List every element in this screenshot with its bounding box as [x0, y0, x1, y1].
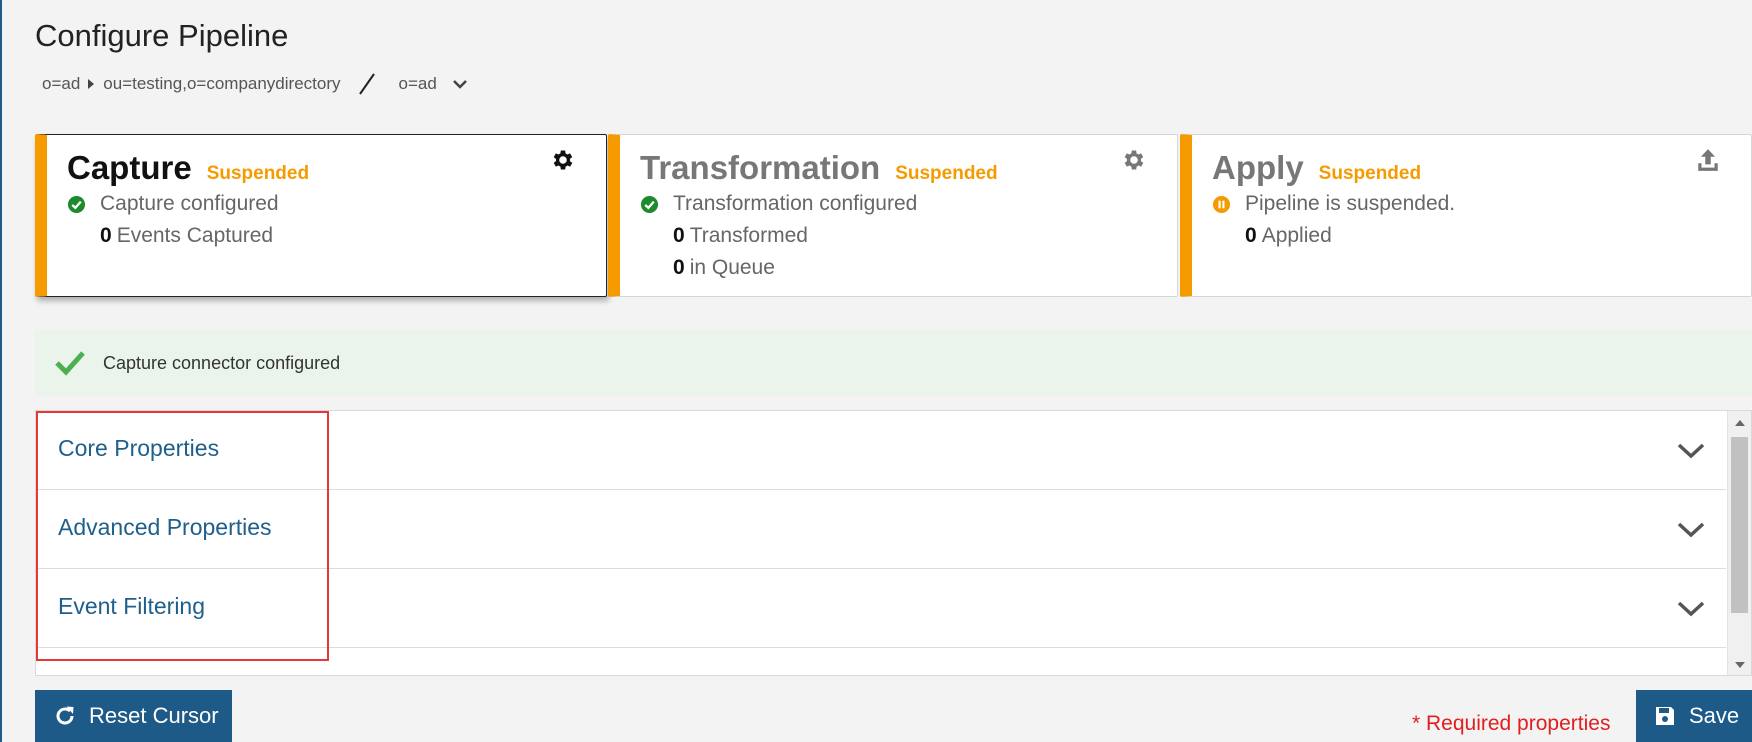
reset-cursor-label: Reset Cursor — [89, 703, 219, 728]
stage-title: Apply — [1212, 149, 1304, 186]
scrollbar[interactable] — [1727, 411, 1751, 675]
stage-count: 0 Transformed — [673, 224, 808, 248]
slash-separator-icon — [358, 73, 375, 95]
chevron-down-icon[interactable] — [1676, 520, 1706, 540]
required-properties-note: * Required properties — [1412, 712, 1611, 735]
check-circle-icon — [640, 195, 659, 213]
gear-icon[interactable] — [550, 147, 576, 173]
caret-right-icon — [88, 79, 95, 89]
breadcrumb: o=ad ou=testing,o=companydirectory o=ad — [42, 73, 469, 95]
count-value: 0 — [673, 224, 685, 247]
reset-cursor-button[interactable]: Reset Cursor — [35, 690, 232, 742]
stage-count: 0 Events Captured — [100, 224, 273, 248]
refresh-icon — [56, 706, 74, 725]
stage-card-apply[interactable]: Apply Suspended Pipeline is suspended. 0… — [1180, 134, 1752, 297]
breadcrumb-item-target[interactable]: o=ad — [399, 74, 437, 94]
save-button[interactable]: Save — [1636, 690, 1752, 742]
save-label: Save — [1689, 703, 1740, 728]
count-value: 0 — [100, 224, 112, 247]
accordion-item-event-filtering[interactable]: Event Filtering — [36, 569, 1726, 648]
chevron-down-icon[interactable] — [1676, 599, 1706, 619]
count-value: 0 — [673, 256, 685, 279]
stage-count: 0 in Queue — [673, 256, 775, 280]
accordion-label[interactable]: Core Properties — [58, 435, 219, 462]
window-left-edge — [0, 0, 2, 742]
breadcrumb-item-root[interactable]: o=ad — [42, 74, 80, 94]
count-label: Applied — [1261, 224, 1332, 247]
stage-status-text: Pipeline is suspended. — [1245, 192, 1456, 215]
stage-status-text: Capture configured — [100, 192, 279, 215]
stage-title: Capture — [67, 149, 192, 186]
stage-title: Transformation — [640, 149, 881, 186]
upload-icon[interactable] — [1695, 147, 1721, 173]
chevron-down-icon[interactable] — [451, 77, 469, 91]
floppy-disk-icon — [1656, 707, 1674, 725]
success-alert: Capture connector configured — [35, 330, 1752, 396]
check-circle-icon — [67, 195, 86, 213]
scroll-down-arrow-icon[interactable] — [1735, 662, 1745, 668]
count-label: Transformed — [689, 224, 808, 247]
alert-message: Capture connector configured — [103, 352, 341, 373]
count-label: in Queue — [689, 256, 775, 279]
scroll-up-arrow-icon[interactable] — [1735, 420, 1745, 426]
stage-card-transformation[interactable]: Transformation Suspended Transformation … — [608, 134, 1178, 297]
accordion-label[interactable]: Event Filtering — [58, 593, 205, 620]
breadcrumb-item-source[interactable]: ou=testing,o=companydirectory — [103, 74, 340, 94]
accordion-label[interactable]: Advanced Properties — [58, 514, 272, 541]
stage-status-text: Transformation configured — [673, 192, 918, 215]
count-value: 0 — [1245, 224, 1257, 247]
gear-icon[interactable] — [1121, 147, 1147, 173]
status-badge: Suspended — [1318, 163, 1422, 184]
page-title: Configure Pipeline — [35, 18, 289, 53]
accordion-item-advanced-properties[interactable]: Advanced Properties — [36, 490, 1726, 569]
accordion-item-core-properties[interactable]: Core Properties — [36, 411, 1726, 490]
checkmark-icon — [55, 351, 85, 376]
status-badge: Suspended — [206, 163, 310, 184]
status-badge: Suspended — [895, 163, 998, 184]
stage-card-capture[interactable]: Capture Suspended Capture configured 0 Ev… — [35, 134, 607, 297]
stage-count: 0 Applied — [1245, 224, 1332, 248]
count-label: Events Captured — [116, 224, 274, 247]
chevron-down-icon[interactable] — [1676, 441, 1706, 461]
pause-circle-icon — [1212, 195, 1231, 213]
scrollbar-thumb[interactable] — [1731, 437, 1748, 613]
properties-accordion: Core Properties Advanced Properties Even… — [35, 410, 1752, 676]
